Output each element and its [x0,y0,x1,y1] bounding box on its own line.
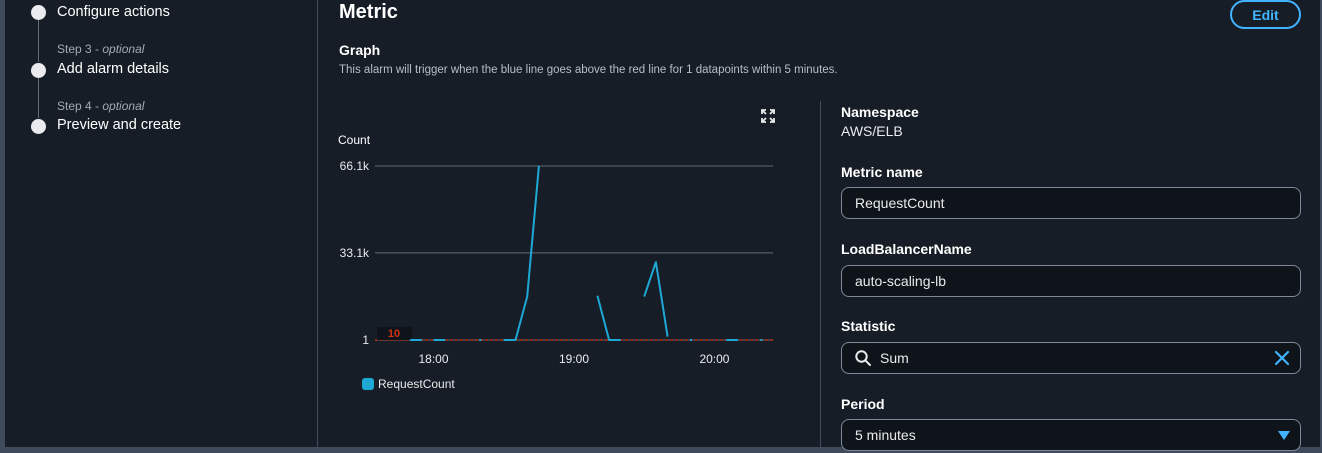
step-3-caption: Step 3 - optional [57,42,145,56]
y-tick-label: 33.1k [340,246,370,260]
load-balancer-name-input[interactable]: auto-scaling-lb [841,265,1301,297]
graph-description: This alarm will trigger when the blue li… [339,64,838,76]
chart-ylabel: Count [338,133,371,147]
y-tick-label: 66.1k [340,159,370,173]
statistic-search-input[interactable]: Sum [841,342,1301,374]
search-icon [855,350,871,366]
metric-chart: Count 66.1k 33.1k 1 18:00 19:00 20:00 10 [338,133,773,365]
graph-title: Graph [339,42,381,58]
step-add-alarm-details[interactable]: Add alarm details [57,61,169,77]
x-tick-label: 19:00 [559,352,589,365]
threshold-label: 10 [388,328,400,340]
step-indicator-dot [31,63,46,78]
period-label: Period [841,396,885,412]
namespace-label: Namespace [841,104,919,120]
step-configure-actions[interactable]: Configure actions [57,4,170,20]
close-icon[interactable] [1274,350,1290,366]
edit-button[interactable]: Edit [1230,0,1301,29]
metric-name-label: Metric name [841,164,923,180]
chart-legend[interactable]: RequestCount [362,377,455,391]
step-preview-and-create[interactable]: Preview and create [57,117,181,133]
period-value: 5 minutes [855,427,916,443]
x-tick-label: 20:00 [699,352,729,365]
wizard-steps: Configure actions Step 3 - optional Add … [5,0,317,447]
sidebar-divider [317,0,318,447]
statistic-label: Statistic [841,318,896,334]
step-indicator-dot [31,5,46,20]
load-balancer-name-value: auto-scaling-lb [855,273,947,289]
panel-title: Metric [339,1,398,23]
expand-icon[interactable] [760,108,776,124]
step-indicator-dot [31,119,46,134]
load-balancer-name-label: LoadBalancerName [841,241,972,257]
period-select[interactable]: 5 minutes [841,419,1301,451]
namespace-value: AWS/ELB [841,123,903,139]
legend-swatch [362,378,374,390]
step-4-caption: Step 4 - optional [57,99,145,113]
panel-divider [820,101,821,447]
x-tick-label: 18:00 [419,352,449,365]
metric-name-value: RequestCount [855,195,945,211]
step-connector [38,20,39,62]
metric-name-input[interactable]: RequestCount [841,187,1301,219]
statistic-value: Sum [880,350,909,366]
step-connector [38,78,39,118]
series-line [643,261,669,337]
caret-down-icon [1278,431,1290,440]
y-tick-label: 1 [362,333,369,347]
legend-label: RequestCount [378,377,455,391]
series-line [596,295,621,341]
